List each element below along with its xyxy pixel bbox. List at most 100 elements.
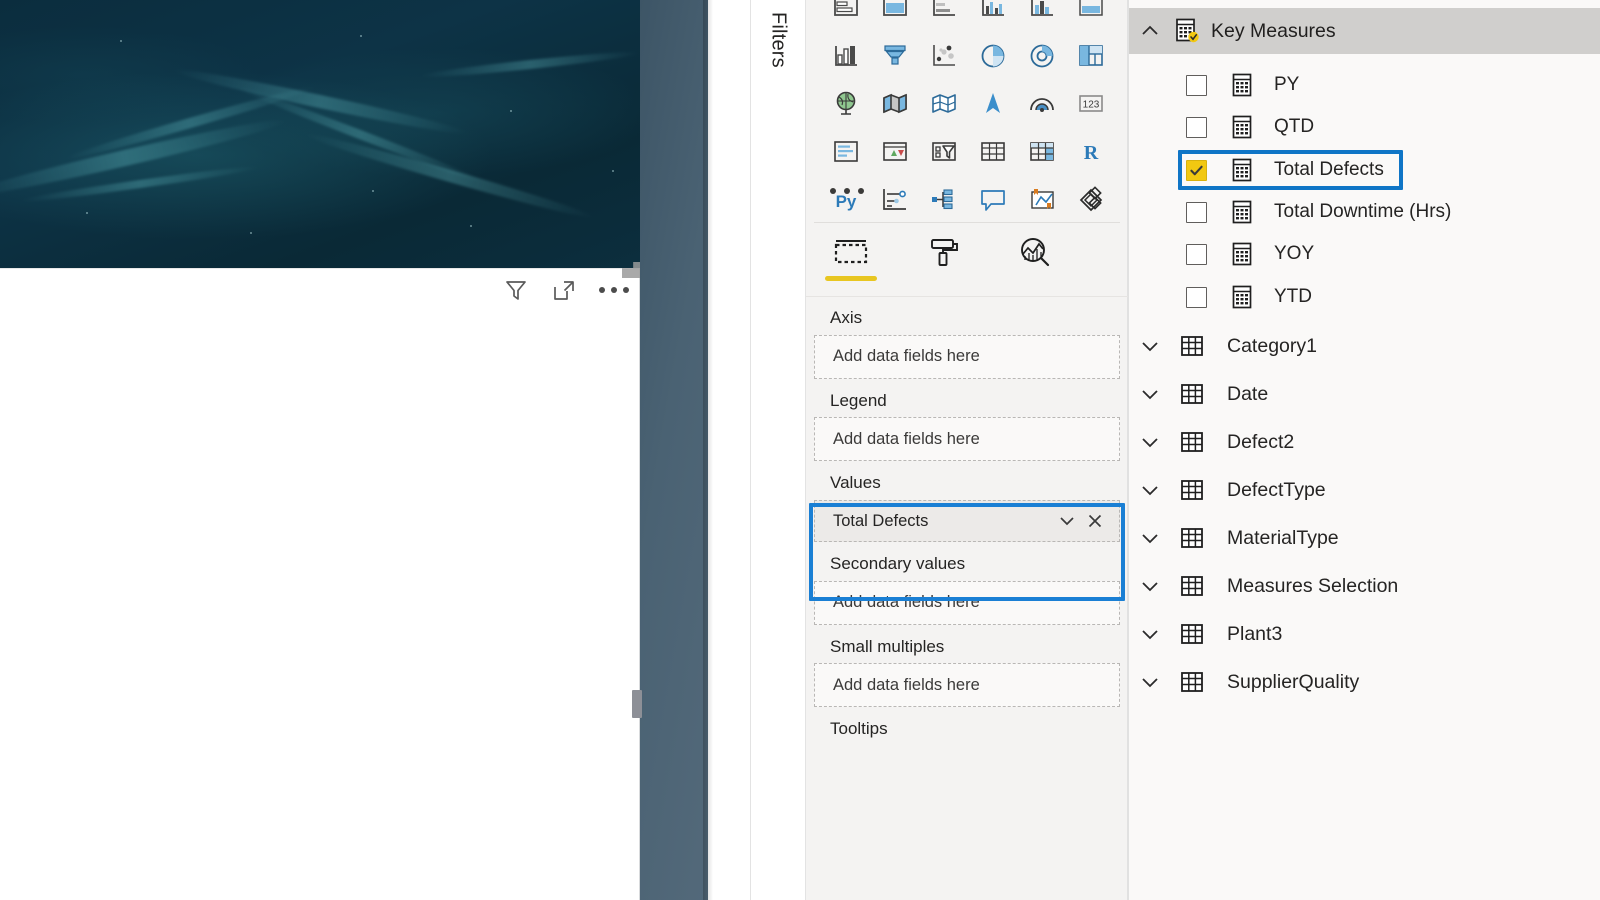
field-row-py[interactable]: PY	[1129, 64, 1600, 106]
svg-text:R: R	[1084, 142, 1099, 164]
measure-icon	[1230, 200, 1254, 224]
field-checkbox-py[interactable]	[1186, 74, 1207, 96]
measure-icon	[1230, 285, 1254, 309]
100-stacked-bar-chart-icon[interactable]	[1018, 0, 1066, 32]
kpi-icon[interactable]	[871, 128, 919, 176]
chevron-down-icon[interactable]	[1137, 574, 1163, 598]
field-table-label: Date	[1227, 382, 1269, 405]
chevron-down-icon[interactable]	[1137, 526, 1163, 550]
paginated-report-icon[interactable]	[1018, 176, 1066, 224]
field-group-key-measures-header[interactable]: Key Measures	[1129, 8, 1600, 54]
close-icon[interactable]	[1081, 507, 1109, 535]
table-grid-icon	[1179, 575, 1205, 597]
well-dropzone-legend[interactable]: Add data fields here	[814, 417, 1120, 462]
key-influencers-icon[interactable]	[871, 176, 919, 224]
python-visual-icon[interactable]: Py	[822, 176, 870, 224]
field-table-supplierquality[interactable]: SupplierQuality	[1129, 658, 1600, 706]
field-label: YTD	[1274, 286, 1312, 307]
chevron-up-icon[interactable]	[1137, 18, 1163, 44]
filter-icon[interactable]	[503, 277, 529, 303]
field-row-ytd[interactable]: YTD	[1129, 276, 1600, 318]
power-apps-icon[interactable]	[1067, 176, 1115, 224]
field-checkbox-yoy[interactable]	[1186, 243, 1207, 265]
field-table-materialtype[interactable]: MaterialType	[1129, 514, 1600, 562]
decomposition-tree-icon[interactable]	[920, 176, 968, 224]
field-label: QTD	[1274, 116, 1315, 137]
field-table-defecttype[interactable]: DefectType	[1129, 466, 1600, 514]
measure-icon	[1230, 158, 1254, 182]
field-table-plant3[interactable]: Plant3	[1129, 610, 1600, 658]
pie-chart-icon[interactable]	[969, 32, 1017, 80]
field-checkbox-total-downtime[interactable]	[1186, 201, 1207, 223]
field-table-label: MaterialType	[1227, 526, 1339, 549]
well-dropzone-secondary-values[interactable]: Add data fields here	[814, 580, 1120, 625]
multi-row-card-icon[interactable]	[822, 128, 870, 176]
clustered-bar-chart-icon[interactable]	[920, 0, 968, 32]
more-visuals-button[interactable]	[830, 188, 864, 194]
card-icon[interactable]: 123	[1067, 80, 1115, 128]
report-visual-container[interactable]	[0, 268, 640, 900]
field-checkbox-ytd[interactable]	[1186, 286, 1207, 308]
measure-table-icon	[1173, 17, 1201, 45]
field-checkbox-qtd[interactable]	[1186, 116, 1207, 138]
chevron-down-icon[interactable]	[1137, 382, 1163, 406]
chevron-down-icon[interactable]	[1137, 622, 1163, 646]
field-table-defect2[interactable]: Defect2	[1129, 418, 1600, 466]
visualizations-pane: 123 R Py Axis Add data fields here Legen…	[806, 0, 1128, 900]
field-row-total-defects[interactable]: Total Defects	[1129, 149, 1600, 191]
chevron-down-icon[interactable]	[1053, 507, 1081, 535]
clustered-column-chart-icon[interactable]	[969, 0, 1017, 32]
measure-icon	[1230, 242, 1254, 266]
build-visual-tab[interactable]	[822, 232, 880, 286]
100-stacked-column-chart-icon[interactable]	[1067, 0, 1115, 32]
field-table-date[interactable]: Date	[1129, 370, 1600, 418]
shape-map-icon[interactable]	[920, 80, 968, 128]
filters-pane-collapsed[interactable]: Filters	[750, 0, 806, 900]
visual-resize-handle-right[interactable]	[632, 690, 642, 718]
canvas-edge-shadow	[703, 0, 713, 900]
scatter-chart-icon[interactable]	[920, 32, 968, 80]
map-icon[interactable]	[822, 80, 870, 128]
chevron-down-icon[interactable]	[1137, 478, 1163, 502]
line-chart-icon[interactable]	[822, 32, 870, 80]
field-chip-label: Total Defects	[833, 511, 929, 530]
svg-text:123: 123	[1083, 100, 1100, 111]
chevron-down-icon[interactable]	[1137, 334, 1163, 358]
field-row-qtd[interactable]: QTD	[1129, 106, 1600, 148]
field-label: Total Defects	[1274, 159, 1384, 180]
azure-map-icon[interactable]	[969, 80, 1017, 128]
treemap-icon[interactable]	[1067, 32, 1115, 80]
analytics-tab[interactable]	[1006, 232, 1064, 286]
chevron-down-icon[interactable]	[1137, 430, 1163, 454]
well-field-chip-values[interactable]: Total Defects	[814, 500, 1120, 543]
format-tab[interactable]	[914, 232, 972, 286]
filled-map-icon[interactable]	[871, 80, 919, 128]
r-script-visual-icon[interactable]: R	[1067, 128, 1115, 176]
funnel-chart-icon[interactable]	[871, 32, 919, 80]
donut-chart-icon[interactable]	[1018, 32, 1066, 80]
field-row-total-downtime[interactable]: Total Downtime (Hrs)	[1129, 191, 1600, 233]
field-row-yoy[interactable]: YOY	[1129, 233, 1600, 275]
report-canvas-background-image	[0, 0, 708, 268]
field-label: YOY	[1274, 243, 1315, 264]
field-table-measures-selection[interactable]: Measures Selection	[1129, 562, 1600, 610]
slicer-icon[interactable]	[920, 128, 968, 176]
visual-pane-tabs	[822, 232, 1064, 286]
well-label-legend: Legend	[830, 390, 887, 410]
stacked-column-chart-icon[interactable]	[871, 0, 919, 32]
well-dropzone-small-multiples[interactable]: Add data fields here	[814, 663, 1120, 708]
table-icon[interactable]	[969, 128, 1017, 176]
table-grid-icon	[1179, 383, 1205, 405]
field-checkbox-total-defects[interactable]	[1186, 159, 1207, 181]
field-table-category1[interactable]: Category1	[1129, 322, 1600, 370]
smart-narrative-icon[interactable]	[969, 176, 1017, 224]
chevron-down-icon[interactable]	[1137, 670, 1163, 694]
field-table-label: SupplierQuality	[1227, 670, 1360, 693]
well-dropzone-axis[interactable]: Add data fields here	[814, 334, 1120, 379]
focus-mode-icon[interactable]	[551, 277, 577, 303]
arcgis-map-icon[interactable]	[1018, 80, 1066, 128]
stacked-bar-chart-icon[interactable]	[822, 0, 870, 32]
well-label-small-multiples: Small multiples	[830, 636, 945, 656]
more-options-icon[interactable]	[599, 277, 629, 303]
matrix-icon[interactable]	[1018, 128, 1066, 176]
